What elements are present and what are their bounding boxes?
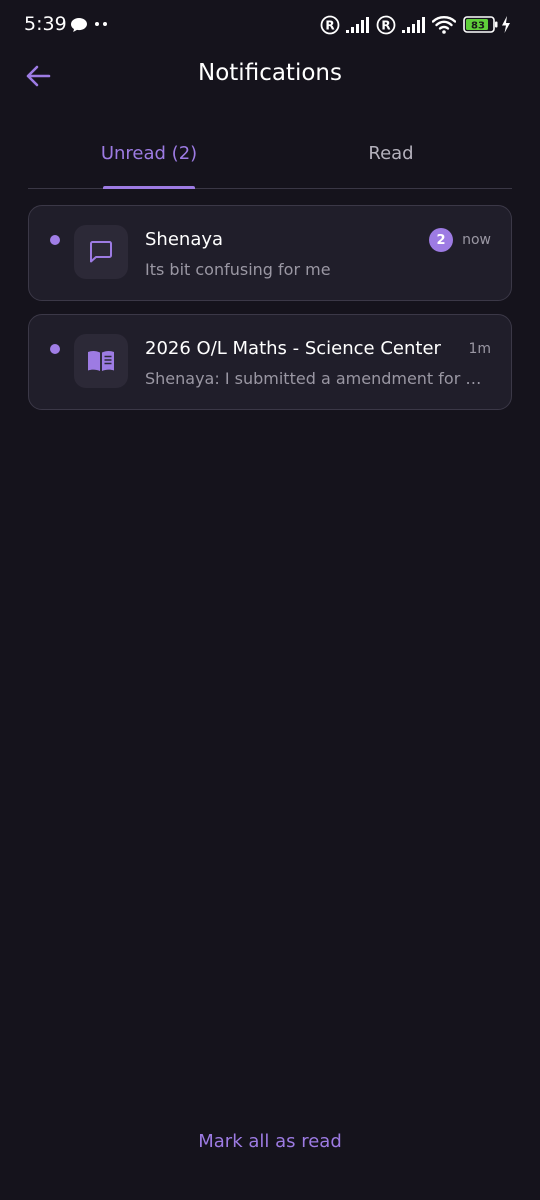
battery-icon: 83: [463, 16, 498, 33]
notification-message: Shenaya: I submitted a amendment for …: [145, 369, 482, 388]
registered-icon: R: [376, 15, 396, 35]
unread-count-badge: 2: [429, 228, 453, 252]
notification-time: 1m: [468, 341, 491, 357]
mark-all-read-button[interactable]: Mark all as read: [0, 1131, 540, 1152]
notification-icon-box: [74, 225, 128, 279]
charging-icon: [502, 16, 510, 33]
tab-unread-label: Unread (2): [100, 143, 198, 164]
signal-icon: [402, 17, 425, 33]
book-open-icon: [88, 351, 114, 371]
notification-message: Its bit confusing for me: [145, 260, 331, 279]
status-time: 5:39: [24, 13, 67, 35]
battery-level-text: 83: [471, 21, 485, 32]
unread-dot: [50, 235, 60, 245]
status-bar: 5:39 R R 83: [0, 0, 540, 50]
unread-dot: [50, 344, 60, 354]
notification-card[interactable]: 2026 O/L Maths - Science Center Shenaya:…: [28, 314, 512, 410]
tab-bar: Unread (2) Read: [28, 130, 512, 189]
page-title: Notifications: [198, 60, 342, 86]
signal-icon: [346, 17, 369, 33]
message-square-icon: [90, 241, 112, 263]
tab-read[interactable]: Read: [270, 130, 512, 188]
tab-read-label: Read: [368, 143, 414, 164]
notification-time: now: [462, 232, 491, 248]
notification-icon-box: [74, 334, 128, 388]
tab-unread[interactable]: Unread (2): [28, 130, 270, 188]
registered-icon: R: [320, 15, 340, 35]
more-dots-icon: [95, 22, 107, 26]
notification-title: 2026 O/L Maths - Science Center: [145, 338, 441, 359]
chat-bubble-icon: [71, 18, 87, 32]
notification-card[interactable]: Shenaya Its bit confusing for me 2 now: [28, 205, 512, 301]
notifications-screen: 5:39 R R 83 Notifications Unread (2) Rea…: [0, 0, 540, 1200]
notification-title: Shenaya: [145, 229, 224, 250]
svg-text:R: R: [381, 19, 390, 33]
active-tab-indicator: [103, 186, 195, 189]
wifi-icon: [432, 16, 456, 34]
svg-text:R: R: [325, 19, 334, 33]
